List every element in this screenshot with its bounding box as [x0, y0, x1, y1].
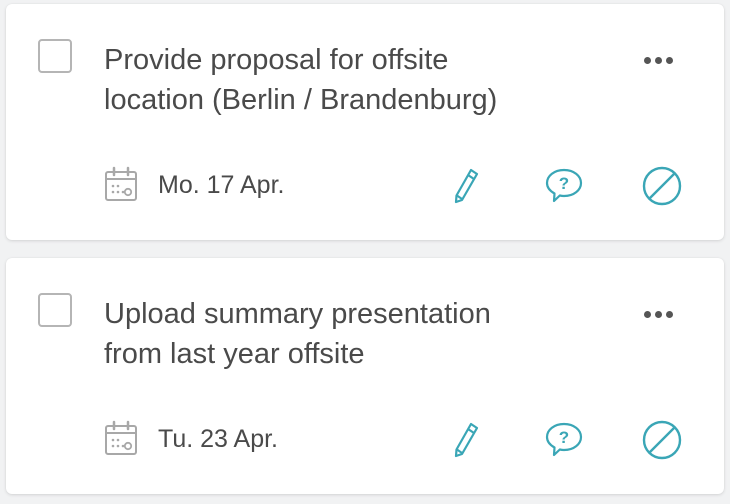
block-icon	[642, 166, 682, 206]
comment-button[interactable]: ?	[542, 418, 586, 462]
block-icon	[642, 420, 682, 460]
task-title: Provide proposal for offsite location (B…	[104, 44, 498, 116]
comment-button[interactable]: ?	[542, 164, 586, 208]
due-date: Tu. 23 Apr.	[158, 425, 278, 453]
svg-text:?: ?	[559, 174, 569, 193]
block-button[interactable]	[640, 164, 684, 208]
task-card: Upload summary presentation from last ye…	[6, 258, 724, 494]
comment-question-icon: ?	[545, 422, 583, 457]
pencil-icon	[454, 422, 479, 458]
calendar-icon	[105, 420, 137, 455]
task-card: Provide proposal for offsite location (B…	[6, 4, 724, 240]
comment-question-icon: ?	[545, 168, 583, 203]
task-checkbox[interactable]	[38, 293, 72, 327]
due-date: Mo. 17 Apr.	[158, 171, 285, 199]
more-options-icon[interactable]	[636, 46, 680, 74]
task-checkbox[interactable]	[38, 39, 72, 73]
pencil-icon	[454, 168, 479, 204]
svg-text:?: ?	[559, 428, 569, 447]
block-button[interactable]	[640, 418, 684, 462]
edit-button[interactable]	[444, 164, 488, 208]
calendar-icon	[105, 166, 137, 201]
task-title: Upload summary presentation from last ye…	[104, 298, 491, 370]
more-options-icon[interactable]	[636, 300, 680, 328]
edit-button[interactable]	[444, 418, 488, 462]
